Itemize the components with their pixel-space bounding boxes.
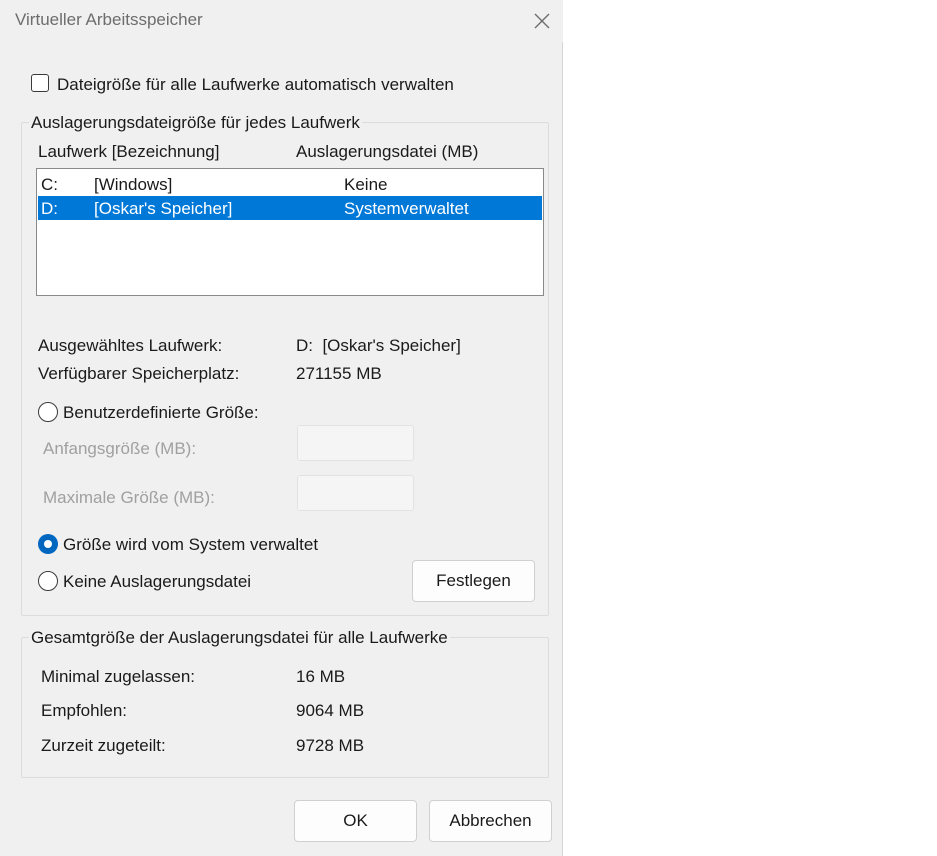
free-space-value: 271155 MB (296, 364, 382, 383)
drive-label: [Oskar's Speicher] (94, 199, 233, 218)
drive-pagefile: Systemverwaltet (344, 199, 469, 218)
cancel-button[interactable]: Abbrechen (429, 800, 552, 842)
recommended-value: 9064 MB (296, 701, 365, 720)
column-header-drive: Laufwerk [Bezeichnung] (38, 142, 220, 161)
initial-size-input[interactable] (297, 425, 414, 461)
recommended-label: Empfohlen: (41, 701, 127, 720)
close-button[interactable] (526, 6, 558, 36)
system-managed-radio[interactable] (38, 534, 58, 554)
custom-size-radio[interactable] (38, 402, 58, 422)
currently-allocated-value: 9728 MB (296, 736, 365, 755)
selected-drive-label: Ausgewähltes Laufwerk: (38, 336, 223, 355)
auto-manage-checkbox[interactable] (31, 74, 49, 92)
initial-size-label: Anfangsgröße (MB): (43, 439, 197, 458)
drive-letter: C: (41, 175, 58, 194)
free-space-label: Verfügbarer Speicherplatz: (38, 364, 240, 383)
no-pagefile-radio[interactable] (38, 571, 58, 591)
system-managed-label[interactable]: Größe wird vom System verwaltet (63, 535, 318, 555)
max-size-input[interactable] (297, 475, 414, 511)
set-button[interactable]: Festlegen (412, 560, 535, 602)
custom-size-label[interactable]: Benutzerdefinierte Größe: (63, 403, 259, 423)
selected-drive-value: D: [Oskar's Speicher] (296, 336, 461, 355)
per-drive-group-label: Auslagerungsdateigröße für jedes Laufwer… (29, 113, 362, 133)
currently-allocated-label: Zurzeit zugeteilt: (41, 736, 166, 755)
drive-letter: D: (41, 199, 58, 218)
virtual-memory-dialog: Virtueller Arbeitsspeicher Dateigröße fü… (0, 0, 563, 856)
drive-pagefile: Keine (344, 175, 388, 194)
ok-button[interactable]: OK (294, 800, 417, 842)
column-header-pagefile: Auslagerungsdatei (MB) (296, 142, 479, 161)
max-size-label: Maximale Größe (MB): (43, 488, 215, 507)
drive-label: [Windows] (94, 175, 173, 194)
title-bar: Virtueller Arbeitsspeicher (0, 0, 563, 42)
totals-group-label: Gesamtgröße der Auslagerungsdatei für al… (29, 628, 450, 648)
min-allowed-label: Minimal zugelassen: (41, 667, 196, 686)
drive-row-c[interactable]: C: [Windows] Keine (38, 172, 542, 196)
drive-row-d[interactable]: D: [Oskar's Speicher] Systemverwaltet (38, 196, 542, 220)
no-pagefile-label[interactable]: Keine Auslagerungsdatei (63, 572, 251, 592)
auto-manage-label[interactable]: Dateigröße für alle Laufwerke automatisc… (57, 75, 454, 95)
drive-list[interactable]: C: [Windows] Keine D: [Oskar's Speicher]… (36, 168, 544, 296)
close-icon (534, 13, 550, 29)
min-allowed-value: 16 MB (296, 667, 346, 686)
window-title: Virtueller Arbeitsspeicher (15, 10, 203, 29)
